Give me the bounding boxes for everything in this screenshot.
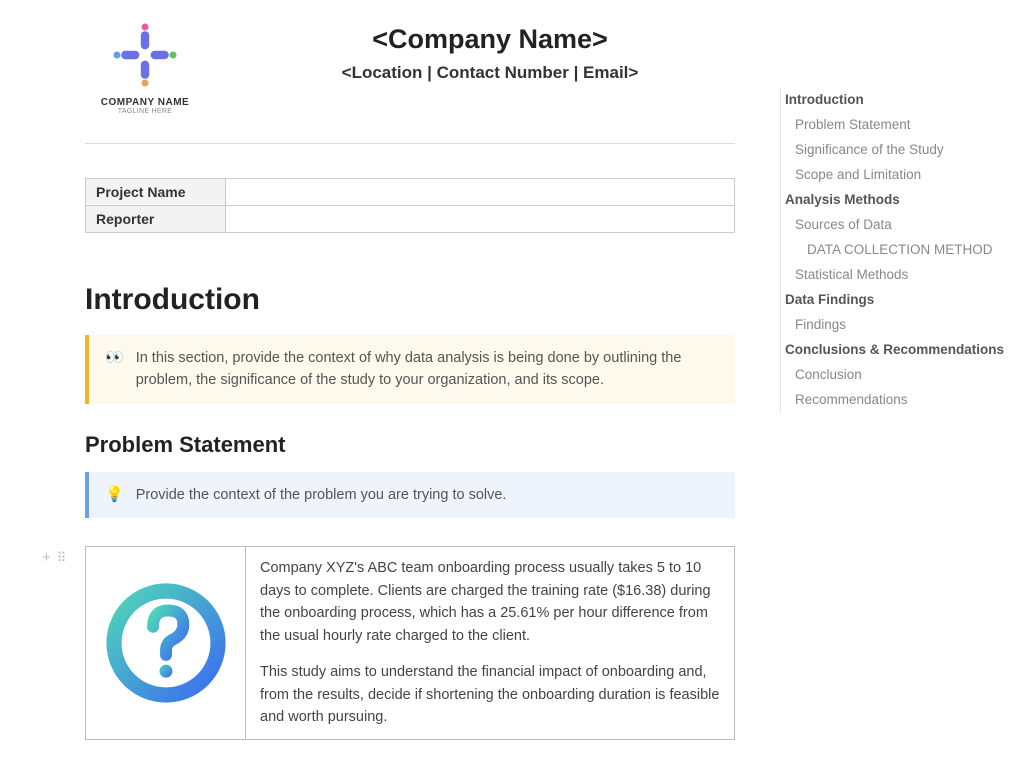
problem-callout-text: Provide the context of the problem you a… [136, 484, 719, 506]
problem-statement-heading: Problem Statement [85, 432, 735, 458]
logo-block: COMPANY NAME TAGLINE HERE [85, 20, 205, 115]
logo-company-name: COMPANY NAME [85, 97, 205, 108]
intro-callout: 👀 In this section, provide the context o… [85, 335, 735, 404]
toc-recommendations[interactable]: Recommendations [781, 388, 1010, 413]
table-of-contents: Introduction Problem Statement Significa… [780, 88, 1010, 413]
reporter-value[interactable] [226, 206, 735, 233]
table-row: Reporter [86, 206, 735, 233]
toc-sources-of-data[interactable]: Sources of Data [781, 213, 1010, 238]
problem-callout: 💡 Provide the context of the problem you… [85, 472, 735, 518]
problem-paragraph-1: Company XYZ's ABC team onboarding proces… [260, 557, 720, 647]
company-name: <Company Name> [245, 24, 735, 55]
document-header: COMPANY NAME TAGLINE HERE <Company Name>… [85, 20, 735, 115]
toc-statistical-methods[interactable]: Statistical Methods [781, 263, 1010, 288]
logo-tagline: TAGLINE HERE [85, 108, 205, 115]
intro-callout-text: In this section, provide the context of … [136, 347, 719, 392]
toc-data-collection-method[interactable]: DATA COLLECTION METHOD [781, 238, 1010, 263]
toc-conclusions[interactable]: Conclusions & Recommendations [781, 338, 1010, 363]
toc-introduction[interactable]: Introduction [781, 88, 1010, 113]
problem-body[interactable]: Company XYZ's ABC team onboarding proces… [246, 547, 734, 738]
toc-analysis-methods[interactable]: Analysis Methods [781, 188, 1010, 213]
block-controls: + [42, 549, 67, 566]
problem-paragraph-2: This study aims to understand the financ… [260, 661, 720, 728]
project-name-label: Project Name [86, 179, 226, 206]
add-block-button[interactable]: + [42, 549, 51, 566]
toc-problem-statement[interactable]: Problem Statement [781, 113, 1010, 138]
company-subtitle: <Location | Contact Number | Email> [245, 63, 735, 83]
reporter-label: Reporter [86, 206, 226, 233]
question-mark-image [86, 547, 246, 738]
document-main: COMPANY NAME TAGLINE HERE <Company Name>… [0, 0, 770, 760]
introduction-heading: Introduction [85, 283, 735, 317]
project-info-table: Project Name Reporter [85, 178, 735, 233]
toc-findings[interactable]: Findings [781, 313, 1010, 338]
toc-conclusion[interactable]: Conclusion [781, 363, 1010, 388]
table-row: Project Name [86, 179, 735, 206]
project-name-value[interactable] [226, 179, 735, 206]
toc-significance[interactable]: Significance of the Study [781, 138, 1010, 163]
header-divider [85, 143, 735, 144]
eyes-icon: 👀 [105, 347, 124, 368]
toc-data-findings[interactable]: Data Findings [781, 288, 1010, 313]
logo-icon [85, 20, 205, 95]
problem-content-block[interactable]: + Company XYZ's ABC team onboarding proc… [85, 546, 735, 739]
drag-handle-icon[interactable] [57, 549, 67, 563]
lightbulb-icon: 💡 [105, 484, 124, 505]
toc-scope[interactable]: Scope and Limitation [781, 163, 1010, 188]
header-titles: <Company Name> <Location | Contact Numbe… [245, 20, 735, 83]
